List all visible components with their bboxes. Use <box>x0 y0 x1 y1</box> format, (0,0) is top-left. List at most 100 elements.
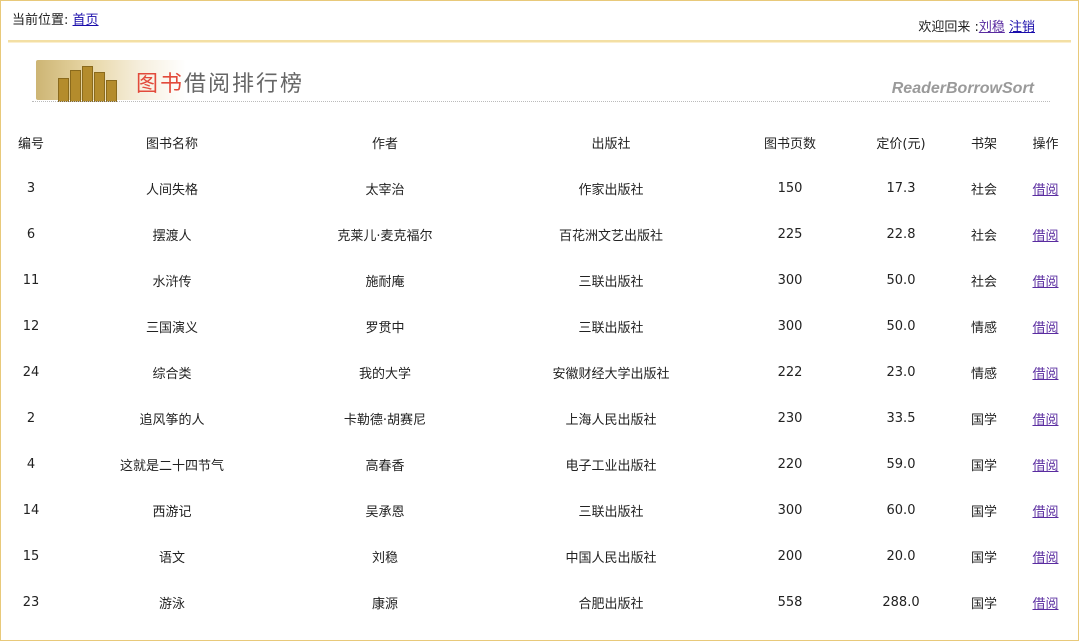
borrow-link[interactable]: 借阅 <box>1032 459 1058 474</box>
welcome-bar: 欢迎回来 :刘稳 注销 <box>918 16 1035 35</box>
cell-title: 三国演义 <box>145 320 198 336</box>
cell-publisher: 三联出版社 <box>578 320 644 336</box>
home-link[interactable]: 首页 <box>73 13 99 28</box>
borrow-link[interactable]: 借阅 <box>1032 505 1058 520</box>
cell-pages: 220 <box>777 456 803 472</box>
table-row: 23 游泳 康源 合肥出版社 558 288.0 国学 借阅 <box>0 579 1079 625</box>
cell-pages: 150 <box>777 180 803 196</box>
cell-publisher: 百花洲文艺出版社 <box>558 228 663 244</box>
cell-shelf: 社会 <box>970 274 997 290</box>
cell-shelf: 国学 <box>970 596 997 612</box>
column-header-author: 作者 <box>371 136 398 152</box>
cell-pages: 222 <box>777 364 803 380</box>
cell-pages: 200 <box>777 548 803 564</box>
cell-action: 借阅 <box>1012 303 1079 349</box>
cell-shelf: 社会 <box>970 228 997 244</box>
cell-title: 综合类 <box>152 366 192 382</box>
cell-price: 59.0 <box>886 456 916 472</box>
logout-link[interactable]: 注销 <box>1009 20 1035 35</box>
cell-publisher: 中国人民出版社 <box>565 550 657 566</box>
table-row: 6 摆渡人 克莱儿·麦克福尔 百花洲文艺出版社 225 22.8 社会 借阅 <box>0 211 1079 257</box>
cell-price: 60.0 <box>886 502 916 518</box>
cell-publisher: 作家出版社 <box>578 182 644 198</box>
table-header-row: 编号 图书名称 作者 出版社 图书页数 定价(元) 书架 操作 <box>0 119 1079 165</box>
cell-author: 克莱儿·麦克福尔 <box>337 228 433 244</box>
cell-action: 借阅 <box>1012 533 1079 579</box>
cell-title: 水浒传 <box>152 274 192 290</box>
cell-price: 50.0 <box>886 272 916 288</box>
cell-price: 288.0 <box>882 594 920 610</box>
cell-publisher: 上海人民出版社 <box>565 412 657 428</box>
cell-id: 12 <box>22 318 40 334</box>
column-header-id: 编号 <box>17 136 44 152</box>
cell-action: 借阅 <box>1012 441 1079 487</box>
cell-author: 卡勒德·胡赛尼 <box>343 412 427 428</box>
cell-action: 借阅 <box>1012 257 1079 303</box>
cell-author: 高春香 <box>365 458 405 474</box>
cell-author: 太宰治 <box>365 182 405 198</box>
cell-pages: 225 <box>777 226 803 242</box>
cell-action: 借阅 <box>1012 487 1079 533</box>
table-row: 15 语文 刘稳 中国人民出版社 200 20.0 国学 借阅 <box>0 533 1079 579</box>
table-row: 11 水浒传 施耐庵 三联出版社 300 50.0 社会 借阅 <box>0 257 1079 303</box>
cell-price: 23.0 <box>886 364 916 380</box>
cell-shelf: 国学 <box>970 504 997 520</box>
header-divider <box>8 40 1071 43</box>
cell-action: 借阅 <box>1012 165 1079 211</box>
cell-publisher: 电子工业出版社 <box>565 458 657 474</box>
page-banner: 图书借阅排行榜 ReaderBorrowSort <box>32 56 1050 102</box>
cell-action: 借阅 <box>1012 579 1079 625</box>
cell-id: 23 <box>22 594 40 610</box>
cell-price: 17.3 <box>886 180 916 196</box>
cell-id: 14 <box>22 502 40 518</box>
cell-title: 这就是二十四节气 <box>119 458 224 474</box>
borrow-link[interactable]: 借阅 <box>1032 321 1058 336</box>
column-header-publisher: 出版社 <box>591 136 631 152</box>
table-row: 24 综合类 我的大学 安徽财经大学出版社 222 23.0 情感 借阅 <box>0 349 1079 395</box>
column-header-shelf: 书架 <box>970 136 997 152</box>
borrow-link[interactable]: 借阅 <box>1032 229 1058 244</box>
cell-author: 施耐庵 <box>365 274 405 290</box>
cell-publisher: 安徽财经大学出版社 <box>552 366 670 382</box>
cell-id: 6 <box>26 226 36 242</box>
books-icon <box>44 66 124 102</box>
cell-action: 借阅 <box>1012 349 1079 395</box>
cell-shelf: 国学 <box>970 458 997 474</box>
cell-title: 游泳 <box>158 596 185 612</box>
page-subtitle-en: ReaderBorrowSort <box>891 80 1034 97</box>
table-row: 4 这就是二十四节气 高春香 电子工业出版社 220 59.0 国学 借阅 <box>0 441 1079 487</box>
borrow-link[interactable]: 借阅 <box>1032 551 1058 566</box>
table-row: 3 人间失格 太宰治 作家出版社 150 17.3 社会 借阅 <box>0 165 1079 211</box>
borrow-link[interactable]: 借阅 <box>1032 275 1058 290</box>
column-header-action: 操作 <box>1032 136 1059 152</box>
cell-pages: 300 <box>777 272 803 288</box>
cell-author: 康源 <box>371 596 398 612</box>
cell-price: 50.0 <box>886 318 916 334</box>
borrow-link[interactable]: 借阅 <box>1032 413 1058 428</box>
cell-pages: 558 <box>777 594 803 610</box>
borrow-rank-table: 编号 图书名称 作者 出版社 图书页数 定价(元) 书架 操作 3 人间失格 太宰治 作家出版社 15… <box>0 119 1079 625</box>
cell-publisher: 三联出版社 <box>578 274 644 290</box>
user-link[interactable]: 刘稳 <box>979 20 1005 35</box>
borrow-link[interactable]: 借阅 <box>1032 183 1058 198</box>
cell-author: 罗贯中 <box>365 320 405 336</box>
cell-action: 借阅 <box>1012 395 1079 441</box>
cell-shelf: 情感 <box>970 366 997 382</box>
cell-title: 语文 <box>158 550 185 566</box>
table-row: 14 西游记 吴承恩 三联出版社 300 60.0 国学 借阅 <box>0 487 1079 533</box>
table-row: 2 追风筝的人 卡勒德·胡赛尼 上海人民出版社 230 33.5 国学 借阅 <box>0 395 1079 441</box>
cell-id: 2 <box>26 410 36 426</box>
cell-shelf: 社会 <box>970 182 997 198</box>
cell-id: 15 <box>22 548 40 564</box>
cell-pages: 230 <box>777 410 803 426</box>
cell-id: 24 <box>22 364 40 380</box>
borrow-link[interactable]: 借阅 <box>1032 367 1058 382</box>
column-header-pages: 图书页数 <box>763 136 816 152</box>
cell-id: 11 <box>22 272 40 288</box>
cell-pages: 300 <box>777 318 803 334</box>
banner-divider <box>32 101 1050 102</box>
cell-action: 借阅 <box>1012 211 1079 257</box>
table-row: 12 三国演义 罗贯中 三联出版社 300 50.0 情感 借阅 <box>0 303 1079 349</box>
column-header-title: 图书名称 <box>145 136 198 152</box>
borrow-link[interactable]: 借阅 <box>1032 597 1058 612</box>
